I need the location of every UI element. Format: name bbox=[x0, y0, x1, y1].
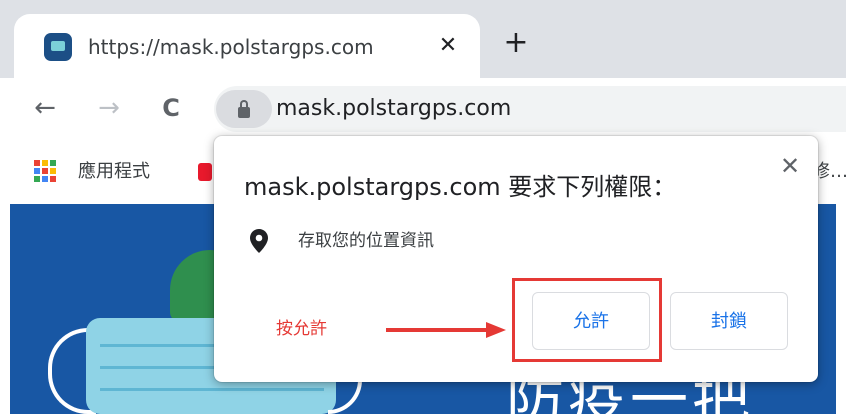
new-tab-button[interactable]: + bbox=[500, 28, 532, 60]
annotation-label: 按允許 bbox=[276, 319, 327, 339]
permission-prompt: ✕ mask.polstargps.com 要求下列權限： 存取您的位置資訊 按… bbox=[214, 136, 818, 382]
mask-pleat bbox=[100, 388, 324, 391]
browser-toolbar: ← → C mask.polstargps.com bbox=[0, 78, 846, 140]
browser-tab[interactable]: https://mask.polstargps.com ✕ bbox=[14, 14, 480, 78]
apps-grid-dot bbox=[42, 160, 48, 166]
lock-icon[interactable] bbox=[216, 90, 272, 128]
permission-description: 存取您的位置資訊 bbox=[298, 231, 434, 251]
prompt-title: mask.polstargps.com 要求下列權限： bbox=[244, 173, 677, 201]
site-favicon-icon bbox=[44, 33, 72, 61]
close-icon[interactable]: ✕ bbox=[776, 152, 804, 180]
forward-arrow-icon[interactable]: → bbox=[94, 93, 124, 123]
apps-grid-dot bbox=[50, 176, 56, 182]
tab-strip: https://mask.polstargps.com ✕ + bbox=[0, 0, 846, 78]
tab-close-icon[interactable]: ✕ bbox=[434, 32, 462, 60]
apps-grid-dot bbox=[42, 168, 48, 174]
reload-icon[interactable]: C bbox=[156, 93, 186, 123]
apps-grid-dot bbox=[50, 168, 56, 174]
location-pin-icon bbox=[250, 229, 268, 253]
apps-grid-dot bbox=[34, 176, 40, 182]
apps-grid-dot bbox=[34, 168, 40, 174]
bookmark-favicon-icon[interactable] bbox=[198, 163, 212, 181]
allow-button[interactable]: 允許 bbox=[532, 292, 650, 350]
back-arrow-icon[interactable]: ← bbox=[30, 93, 60, 123]
address-bar[interactable]: mask.polstargps.com bbox=[214, 86, 846, 132]
apps-bookmark-label[interactable]: 應用程式 bbox=[78, 160, 150, 184]
url-text[interactable]: mask.polstargps.com bbox=[276, 94, 511, 124]
apps-grid-icon[interactable] bbox=[34, 160, 56, 182]
apps-grid-dot bbox=[50, 160, 56, 166]
annotation-arrow-icon bbox=[386, 322, 506, 338]
apps-grid-dot bbox=[34, 160, 40, 166]
tab-title: https://mask.polstargps.com bbox=[88, 35, 374, 59]
apps-grid-dot bbox=[42, 176, 48, 182]
block-button[interactable]: 封鎖 bbox=[670, 292, 788, 350]
